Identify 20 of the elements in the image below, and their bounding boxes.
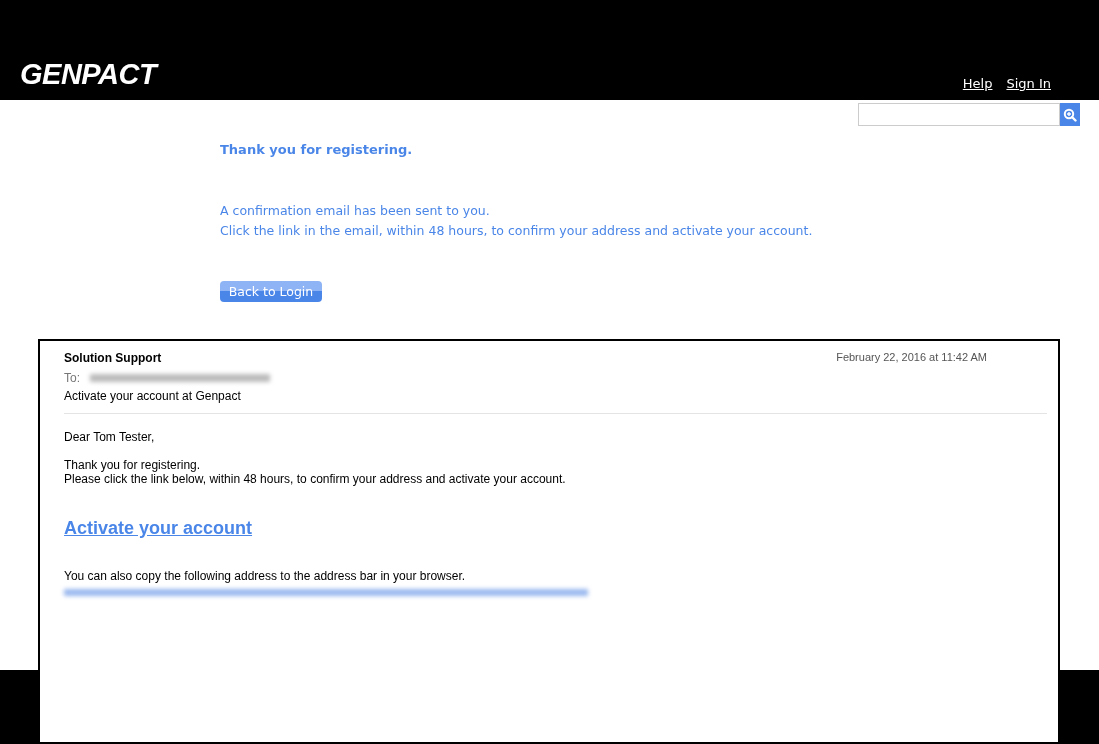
copy-address-text: You can also copy the following address to the address bar in your browser. — [64, 569, 467, 583]
search-icon — [1063, 107, 1077, 122]
email-date: February 22, 2016 at 11:42 AM — [836, 351, 987, 365]
confirmation-text: A confirmation email has been sent to you. — [220, 202, 491, 220]
to-label: To: — [64, 371, 80, 385]
header-link[interactable]: Sign In — [1006, 76, 1051, 91]
email-subject: Activate your account at Genpact — [64, 389, 242, 403]
activate-account-link[interactable]: Activate your account — [64, 518, 253, 539]
search-field[interactable] — [858, 103, 1060, 126]
blurred-activation-url[interactable] — [64, 589, 588, 596]
body-text: Please click the link below, within 48 hours, to confirm your address and activate your account. — [64, 472, 567, 486]
email-sender: Solution Support — [64, 351, 162, 365]
greeting-text: Dear Tom Tester, — [64, 430, 156, 444]
confirmation-text: Click the link in the email, within 48 hours, to confirm your address and activate your account. — [220, 222, 814, 240]
back-to-login-button[interactable]: Back to Login — [220, 281, 322, 302]
header-link[interactable]: Help — [962, 76, 993, 91]
body-text: Thank you for registering. — [64, 458, 202, 472]
search-button[interactable] — [1060, 103, 1080, 126]
logo: GENPACT — [20, 58, 157, 91]
confirmation-title: Thank you for registering. — [220, 142, 414, 157]
